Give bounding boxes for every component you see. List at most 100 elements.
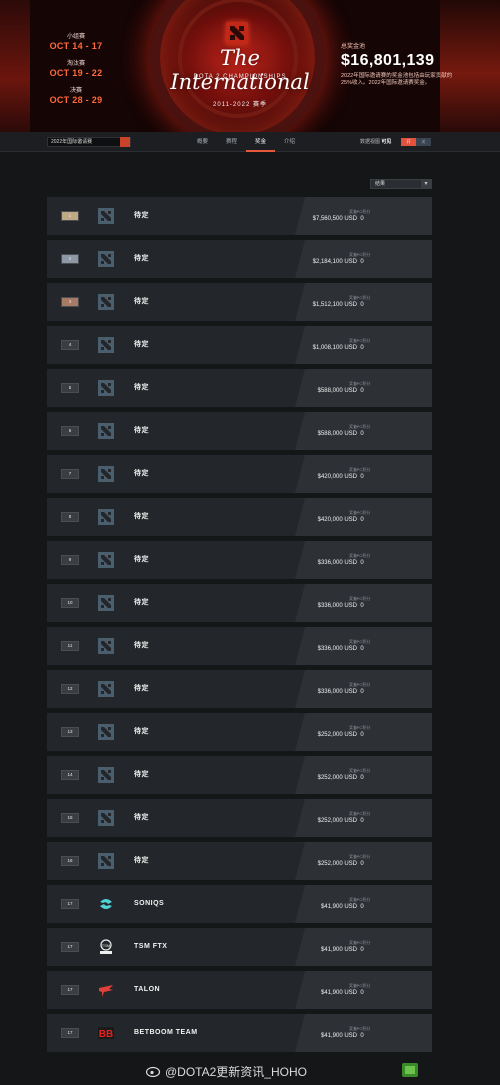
team-name: TSM FTX [134,943,168,950]
prize-panel: 奖金 $420,000 USD DPC积分 0 [295,498,432,536]
dota-icon [98,466,114,482]
prize-panel: 奖金 $41,900 USD DPC积分 0 [295,1014,432,1052]
standings-row[interactable]: 1 待定 奖金 $7,560,500 USD DPC积分 0 [47,197,432,235]
view-toggle[interactable]: 开 关 [401,138,431,146]
toggle-off[interactable]: 关 [416,138,431,146]
standings-row[interactable]: 2 待定 奖金 $2,184,100 USD DPC积分 0 [47,240,432,278]
rank-badge: 17 [61,1028,79,1038]
event-subtitle: DOTA 2 CHAMPIONSHIPS [193,74,287,80]
dota-icon [98,810,114,826]
date-group-stage: 小组赛 OCT 14 - 17 [36,34,116,52]
prize-panel: 奖金 $252,000 USD DPC积分 0 [295,756,432,794]
header-banner: 小组赛 OCT 14 - 17 淘汰赛 OCT 19 - 22 决赛 OCT 2… [0,0,500,132]
tab-overview[interactable]: 概要 [188,132,217,152]
team-name: 待定 [134,814,149,821]
tsm-logo: TSM [98,939,114,955]
dpc-label: DPC积分 [353,424,371,429]
toggle-on[interactable]: 开 [401,138,416,146]
chevron-down-icon[interactable]: ▾ [421,179,431,189]
dpc-label: DPC积分 [353,725,371,730]
team-name: 待定 [134,298,149,305]
standings-row[interactable]: 6 待定 奖金 $588,000 USD DPC积分 0 [47,412,432,450]
dota-icon [98,552,114,568]
prize-panel: 奖金 $252,000 USD DPC积分 0 [295,842,432,880]
dpc-points: 0 [360,216,364,222]
standings-row[interactable]: 11 待定 奖金 $336,000 USD DPC积分 0 [47,627,432,665]
rank-badge: 6 [61,426,79,436]
event-select-arrow-icon[interactable] [120,137,130,147]
dpc-label: DPC积分 [353,1026,371,1031]
dpc-label: DPC积分 [353,553,371,558]
rank-badge: 17 [61,985,79,995]
site-logo-icon [402,1063,418,1077]
event-select-value: 2022年国际邀请赛 [51,139,93,145]
tab-prize[interactable]: 奖金 [246,132,276,152]
standings-row[interactable]: 17 BB BETBOOM TEAM 奖金 $41,900 USD DPC积分 0 [47,1014,432,1052]
prize-panel: 奖金 $588,000 USD DPC积分 0 [295,412,432,450]
dpc-points: 0 [360,603,364,609]
dpc-label: DPC积分 [353,854,371,859]
dpc-points: 0 [360,431,364,437]
team-name: BETBOOM TEAM [134,1029,198,1036]
date-label: 小组赛 [66,34,85,40]
rank-badge: 15 [61,813,79,823]
dota-icon [98,595,114,611]
standings-row[interactable]: 12 待定 奖金 $336,000 USD DPC积分 0 [47,670,432,708]
date-playoffs: 淘汰赛 OCT 19 - 22 [36,61,116,79]
view-toggle-label: 数据视图 可见 [360,132,391,152]
prize-pool-amount: $16,801,139 [341,52,435,69]
standings-row[interactable]: 9 待定 奖金 $336,000 USD DPC积分 0 [47,541,432,579]
standings-row[interactable]: 5 待定 奖金 $588,000 USD DPC积分 0 [47,369,432,407]
rank-badge: 9 [61,555,79,565]
prize-panel: 奖金 $1,008,100 USD DPC积分 0 [295,326,432,364]
dota-icon [98,208,114,224]
prize-pool-panel: 总奖金池 $16,801,139 2022年国际邀请赛的奖金池包括由玩家贡献的2… [341,41,471,87]
standings-row[interactable]: 15 待定 奖金 $252,000 USD DPC积分 0 [47,799,432,837]
team-name: 待定 [134,427,149,434]
prize-panel: 奖金 $588,000 USD DPC积分 0 [295,369,432,407]
dpc-label: DPC积分 [353,596,371,601]
dota-icon [98,380,114,396]
standings-row[interactable]: 16 待定 奖金 $252,000 USD DPC积分 0 [47,842,432,880]
dpc-label: DPC积分 [353,897,371,902]
standings-row[interactable]: 8 待定 奖金 $420,000 USD DPC积分 0 [47,498,432,536]
dpc-label: DPC积分 [353,295,371,300]
dpc-points: 0 [360,990,364,996]
standings-row[interactable]: 7 待定 奖金 $420,000 USD DPC积分 0 [47,455,432,493]
team-name: 待定 [134,642,149,649]
date-value: OCT 19 - 22 [49,68,103,78]
results-filter-select[interactable]: 结果 ▾ [370,179,432,189]
team-name: 待定 [134,341,149,348]
rank-badge: 14 [61,770,79,780]
date-finals: 决赛 OCT 28 - 29 [36,88,116,106]
standings-row[interactable]: 3 待定 奖金 $1,512,100 USD DPC积分 0 [47,283,432,321]
dota-icon [98,251,114,267]
standings-row[interactable]: 10 待定 奖金 $336,000 USD DPC积分 0 [47,584,432,622]
dota-icon [98,423,114,439]
svg-text:BB: BB [99,1029,113,1040]
dpc-points: 0 [360,560,364,566]
team-name: SONIQS [134,900,165,907]
date-value: OCT 28 - 29 [49,95,103,105]
prize-panel: 奖金 $252,000 USD DPC积分 0 [295,713,432,751]
talon-logo [98,982,114,998]
dpc-label: DPC积分 [353,983,371,988]
team-name: 待定 [134,513,149,520]
standings-row[interactable]: 14 待定 奖金 $252,000 USD DPC积分 0 [47,756,432,794]
standings-row[interactable]: 13 待定 奖金 $252,000 USD DPC积分 0 [47,713,432,751]
prize-panel: 奖金 $41,900 USD DPC积分 0 [295,971,432,1009]
standings-row[interactable]: 17 TALON 奖金 $41,900 USD DPC积分 0 [47,971,432,1009]
tab-schedule[interactable]: 赛程 [217,132,246,152]
standings-row[interactable]: 4 待定 奖金 $1,008,100 USD DPC积分 0 [47,326,432,364]
standings-row[interactable]: 17 SONIQS 奖金 $41,900 USD DPC积分 0 [47,885,432,923]
standings-row[interactable]: 17 TSM TSM FTX 奖金 $41,900 USD DPC积分 0 [47,928,432,966]
dota-icon [98,681,114,697]
tab-intro[interactable]: 介绍 [275,132,304,152]
team-name: 待定 [134,728,149,735]
team-name: 待定 [134,556,149,563]
dpc-label: DPC积分 [353,768,371,773]
dpc-points: 0 [360,474,364,480]
event-select[interactable]: 2022年国际邀请赛 [47,137,131,147]
prize-panel: 奖金 $1,512,100 USD DPC积分 0 [295,283,432,321]
dota-icon [98,853,114,869]
